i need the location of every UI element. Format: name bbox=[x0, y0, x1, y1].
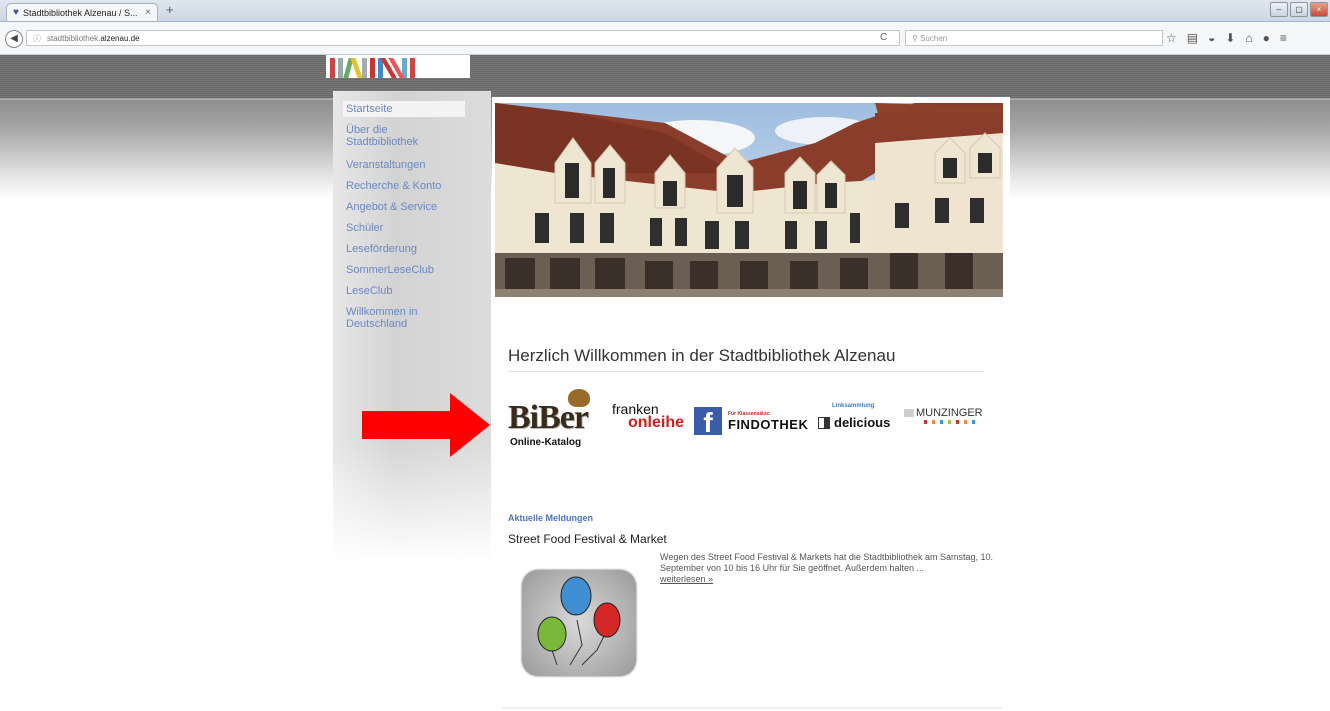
findothek-link[interactable]: Für Klassensätze: FINDOTHEK bbox=[728, 411, 818, 441]
delicious-text: delicious bbox=[834, 415, 891, 430]
red-arrow-icon bbox=[362, 393, 490, 457]
url-domain: alzenau.de bbox=[100, 34, 140, 43]
nav-recherche-konto[interactable]: Recherche & Konto bbox=[343, 178, 465, 194]
biber-catalog-link[interactable]: BiBer Online-Katalog bbox=[508, 389, 608, 459]
welcome-heading: Herzlich Willkommen in der Stadtbiblioth… bbox=[508, 346, 896, 365]
nav-lesefoerderung[interactable]: Leseförderung bbox=[343, 241, 465, 257]
search-placeholder: Suchen bbox=[920, 34, 948, 43]
biber-caption: Online-Katalog bbox=[510, 437, 582, 448]
search-input[interactable]: ⚲ Suchen bbox=[905, 30, 1163, 46]
balloons-image[interactable] bbox=[522, 570, 636, 676]
munzinger-square-icon bbox=[904, 409, 914, 417]
web-page: Startseite Über die Stadtbibliothek Vera… bbox=[0, 55, 1330, 711]
navigation-toolbar: ◀ ⓘ stadtbibliothek.alzenau.de C ⚲ Suchen… bbox=[0, 22, 1330, 55]
download-icon[interactable]: ⬇ bbox=[1225, 30, 1235, 46]
news-excerpt: Wegen des Street Food Festival & Markets… bbox=[660, 552, 1005, 585]
biber-logo: BiBer bbox=[508, 399, 589, 436]
nav-sommerleseclub[interactable]: SommerLeseClub bbox=[343, 262, 465, 278]
menu-hamburger-icon[interactable]: ≡ bbox=[1280, 30, 1287, 46]
url-prefix: stadtbibliothek. bbox=[47, 34, 101, 43]
bookmark-star-icon[interactable]: ☆ bbox=[1166, 30, 1177, 46]
toolbar-icons: ☆ ▤ ◒ ⬇ ⌂ ● ≡ bbox=[1166, 30, 1287, 46]
info-icon[interactable]: ⓘ bbox=[33, 34, 41, 43]
library-building-photo bbox=[495, 103, 1003, 297]
munzinger-dots-icon bbox=[924, 420, 980, 424]
nav-leseclub[interactable]: LeseClub bbox=[343, 283, 465, 299]
delicious-squares-icon bbox=[818, 416, 830, 429]
tab-bar: ♥ Stadtbibliothek Alzenau / S... × + – ▢… bbox=[0, 0, 1330, 22]
facebook-icon[interactable]: f bbox=[694, 407, 722, 438]
delicious-tagline: Linksammlung bbox=[832, 403, 875, 409]
nav-veranstaltungen[interactable]: Veranstaltungen bbox=[343, 157, 465, 173]
minimize-button[interactable]: – bbox=[1270, 2, 1288, 17]
new-tab-button[interactable]: + bbox=[166, 3, 174, 17]
munzinger-text: MUNZINGER bbox=[916, 407, 983, 419]
reload-icon[interactable]: C bbox=[880, 30, 887, 46]
news-text: Wegen des Street Food Festival & Markets… bbox=[660, 552, 994, 573]
browser-tab[interactable]: ♥ Stadtbibliothek Alzenau / S... × bbox=[6, 3, 158, 21]
close-window-button[interactable]: × bbox=[1310, 2, 1328, 17]
news-section-title[interactable]: Aktuelle Meldungen bbox=[508, 513, 593, 523]
sidebar-navigation: Startseite Über die Stadtbibliothek Vera… bbox=[333, 91, 491, 561]
tab-title: Stadtbibliothek Alzenau / S... bbox=[22, 7, 138, 18]
findothek-text: FINDOTHEK bbox=[728, 417, 809, 432]
tab-close-icon[interactable]: × bbox=[145, 7, 151, 18]
reading-list-icon[interactable]: ▤ bbox=[1187, 30, 1198, 46]
main-content: Herzlich Willkommen in der Stadtbiblioth… bbox=[492, 97, 1010, 711]
beaver-icon bbox=[568, 389, 590, 407]
nav-willkommen-in-deutschland[interactable]: Willkommen in Deutschland bbox=[343, 304, 465, 332]
nav-startseite[interactable]: Startseite bbox=[343, 101, 465, 117]
pocket-icon[interactable]: ◒ bbox=[1208, 30, 1215, 46]
search-icon: ⚲ bbox=[912, 34, 918, 43]
content-divider bbox=[502, 707, 1002, 709]
header-pattern bbox=[0, 55, 1330, 98]
nav-ueber-die-stadtbibliothek[interactable]: Über die Stadtbibliothek bbox=[343, 122, 465, 150]
onleihe-text: onleihe bbox=[628, 414, 685, 431]
chat-icon[interactable]: ● bbox=[1263, 30, 1270, 46]
munzinger-link[interactable]: MUNZINGER bbox=[904, 407, 994, 437]
window-controls: – ▢ × bbox=[1270, 2, 1328, 17]
heart-favicon-icon: ♥ bbox=[13, 7, 19, 18]
news-title[interactable]: Street Food Festival & Market bbox=[508, 532, 667, 546]
heading-divider bbox=[508, 371, 984, 372]
onleihe-link[interactable]: franken onleihe bbox=[612, 401, 698, 441]
nav-angebot-service[interactable]: Angebot & Service bbox=[343, 199, 465, 215]
maximize-button[interactable]: ▢ bbox=[1290, 2, 1308, 17]
service-logos: BiBer Online-Katalog franken onleihe f F… bbox=[504, 385, 994, 465]
read-more-link[interactable]: weiterlesen » bbox=[660, 574, 1005, 585]
home-icon[interactable]: ⌂ bbox=[1245, 30, 1252, 46]
library-logo[interactable] bbox=[326, 55, 470, 78]
url-bar[interactable]: ⓘ stadtbibliothek.alzenau.de bbox=[26, 30, 900, 46]
delicious-link[interactable]: Linksammlung delicious bbox=[818, 403, 904, 437]
nav-schueler[interactable]: Schüler bbox=[343, 220, 465, 236]
balloons-icon bbox=[537, 576, 621, 666]
back-arrow-icon[interactable]: ◀ bbox=[5, 30, 23, 48]
